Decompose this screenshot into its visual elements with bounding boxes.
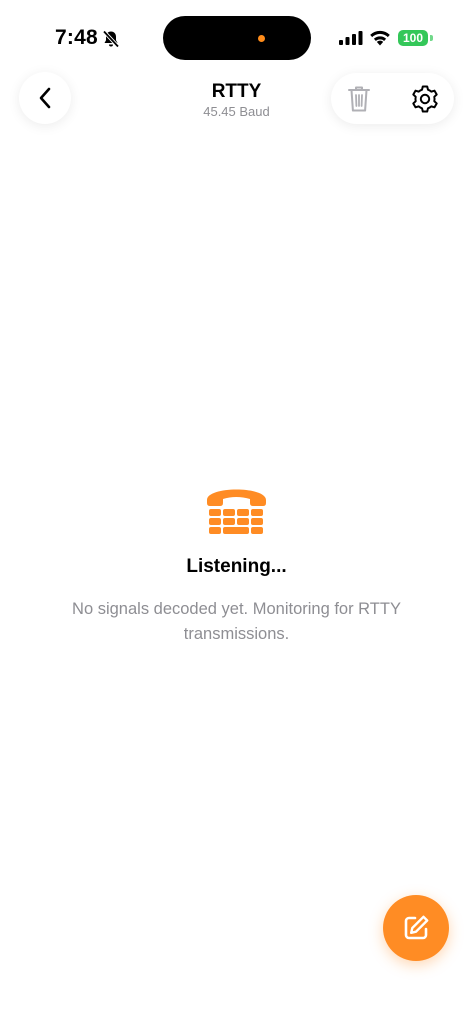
tty-phone-icon: [207, 489, 266, 534]
settings-button[interactable]: [407, 83, 443, 115]
trash-icon: [348, 86, 370, 112]
bell-slash-icon: [102, 30, 120, 48]
wifi-icon: [370, 30, 390, 46]
compose-button[interactable]: [383, 895, 449, 961]
signal-icon: [339, 31, 363, 45]
empty-state-heading: Listening...: [186, 556, 287, 577]
status-time: 7:48: [55, 26, 98, 49]
battery-icon: 100: [398, 30, 428, 46]
battery-cap: [430, 35, 433, 41]
empty-state-message: No signals decoded yet. Monitoring for R…: [72, 600, 401, 643]
delete-button[interactable]: [341, 83, 377, 115]
gear-icon: [412, 85, 438, 113]
dynamic-island: [163, 16, 311, 60]
header-actions: [331, 73, 454, 124]
privacy-indicator-dot: [258, 35, 265, 42]
compose-icon: [404, 915, 429, 940]
